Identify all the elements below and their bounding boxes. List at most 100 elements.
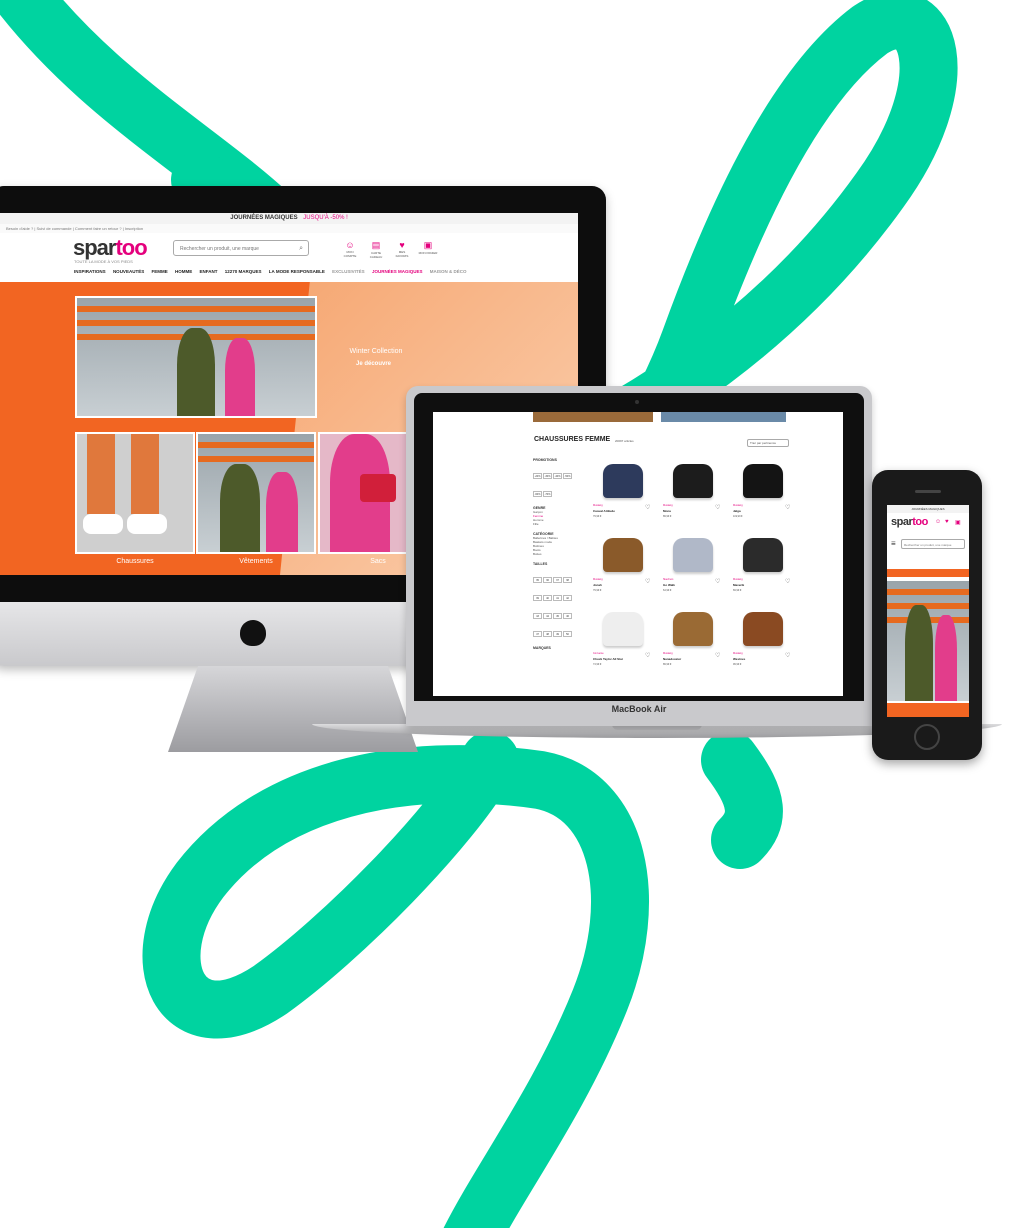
product-name[interactable]: Nanadoxeter xyxy=(663,657,713,661)
size-option[interactable]: 42 xyxy=(563,595,572,601)
iphone-logo[interactable]: spartoo xyxy=(891,516,928,528)
product-image[interactable] xyxy=(673,538,713,572)
product-image[interactable] xyxy=(743,612,783,646)
size-option[interactable]: 40 xyxy=(543,595,552,601)
product-name[interactable]: Maverik xyxy=(733,583,783,587)
promo-chip[interactable]: -60% xyxy=(533,491,542,497)
size-option[interactable]: 44 xyxy=(543,613,552,619)
filter-option[interactable]: Fille xyxy=(533,522,579,526)
category-clothes-label[interactable]: Vêtements xyxy=(196,558,316,565)
size-option[interactable]: 39 xyxy=(533,595,542,601)
size-option[interactable]: 47 xyxy=(533,631,542,637)
favorite-heart-icon[interactable]: ♡ xyxy=(715,578,720,585)
favorite-heart-icon[interactable]: ♡ xyxy=(645,652,650,659)
product-image[interactable] xyxy=(603,464,643,498)
size-option[interactable]: 50 xyxy=(563,631,572,637)
iphone-home-button[interactable] xyxy=(914,724,940,750)
iphone-promo-banner[interactable]: JOURNÉES MAGIQUES xyxy=(887,505,969,513)
nav-homme[interactable]: HOMME xyxy=(175,269,192,274)
favorite-heart-icon[interactable]: ♡ xyxy=(645,578,650,585)
category-photo-shoes[interactable] xyxy=(75,432,195,554)
size-option[interactable]: 45 xyxy=(553,613,562,619)
product-image[interactable] xyxy=(673,612,713,646)
nav-exclusivites[interactable]: EXCLUSIVITÉS xyxy=(332,269,365,274)
promo-chip[interactable]: -30% xyxy=(543,473,552,479)
product-name[interactable]: Mona xyxy=(663,509,713,513)
product-image[interactable] xyxy=(603,538,643,572)
promo-chip[interactable]: -20% xyxy=(533,473,542,479)
size-option[interactable]: 49 xyxy=(553,631,562,637)
promo-banner-sub: JUSQU'À -50% ! xyxy=(303,215,348,221)
product-grid: Mustang Casual Attitude 79,99 € ♡ Mustang Mon… xyxy=(593,458,823,696)
product-card[interactable]: Mustang Maverik 69,99 € ♡ xyxy=(733,532,795,602)
favorite-heart-icon[interactable]: ♡ xyxy=(715,504,720,511)
product-image[interactable] xyxy=(743,464,783,498)
size-option[interactable]: 37 xyxy=(553,577,562,583)
product-name[interactable]: Westnes xyxy=(733,657,783,661)
product-image[interactable] xyxy=(743,538,783,572)
product-card[interactable]: Mustang Casual Attitude 79,99 € ♡ xyxy=(593,458,655,528)
iphone-heart-icon[interactable]: ♥ xyxy=(945,519,949,525)
promo-chip[interactable]: -70% xyxy=(543,491,552,497)
nav-nouveautes[interactable]: NOUVEAUTÉS xyxy=(113,269,144,274)
product-name[interactable]: Jalga xyxy=(733,509,783,513)
size-option[interactable]: 46 xyxy=(563,613,572,619)
nav-enfant[interactable]: ENFANT xyxy=(200,269,218,274)
product-card[interactable]: Mustang Westnes 99,99 € ♡ xyxy=(733,606,795,676)
favorite-heart-icon[interactable]: ♡ xyxy=(645,504,650,511)
promo-chip[interactable]: -50% xyxy=(563,473,572,479)
favorite-heart-icon[interactable]: ♡ xyxy=(785,504,790,511)
nav-marques[interactable]: 12270 MARQUES xyxy=(225,269,262,274)
favorite-heart-icon[interactable]: ♡ xyxy=(785,578,790,585)
favorites-button[interactable]: ♥ MES FAVORIS xyxy=(392,240,412,258)
nav-mode-responsable[interactable]: LA MODE RESPONSABLE xyxy=(269,269,325,274)
iphone-user-icon[interactable]: ☺ xyxy=(935,519,941,525)
apple-logo-icon xyxy=(240,620,266,646)
cart-button[interactable]: ▣ MON PANIER xyxy=(418,240,438,255)
filter-title-tailles: TAILLES xyxy=(533,562,548,566)
search-icon[interactable]: ⌕ xyxy=(299,241,303,257)
search-input[interactable]: Rechercher un produit, une marque ⌕ xyxy=(173,240,309,256)
account-button[interactable]: ☺ MON COMPTE xyxy=(340,240,360,258)
product-card[interactable]: Converse Chuck Taylor All Star 74,99 € ♡ xyxy=(593,606,655,676)
iphone-bag-icon[interactable]: ▣ xyxy=(955,519,961,526)
product-card[interactable]: Mustang Nanadoxeter 89,99 € ♡ xyxy=(663,606,725,676)
utility-links[interactable]: Besoin d'aide ? | Suivi de commande | Co… xyxy=(0,224,578,233)
product-card[interactable]: Mustang Jalga 119,99 € ♡ xyxy=(733,458,795,528)
nav-journees-magiques[interactable]: JOURNÉES MAGIQUES xyxy=(372,269,423,274)
nav-maison-deco[interactable]: MAISON & DÉCO xyxy=(430,269,467,274)
hero-cta-link[interactable]: Je découvre xyxy=(356,361,391,367)
hero-main-photo[interactable] xyxy=(75,296,317,418)
promo-chip[interactable]: -40% xyxy=(553,473,562,479)
category-photo-clothes[interactable] xyxy=(196,432,316,554)
iphone-hero-photo[interactable] xyxy=(887,581,969,701)
product-name[interactable]: Jonah xyxy=(593,583,643,587)
iphone-search-input[interactable]: Rechercher un produit, une marque xyxy=(901,539,965,549)
product-image[interactable] xyxy=(673,464,713,498)
product-card[interactable]: Mustang Jonah 79,99 € ♡ xyxy=(593,532,655,602)
filter-option[interactable]: Bottes xyxy=(533,552,579,556)
size-option[interactable]: 36 xyxy=(543,577,552,583)
product-card[interactable]: Skechers Go Walk 64,99 € ♡ xyxy=(663,532,725,602)
product-name[interactable]: Casual Attitude xyxy=(593,509,643,513)
promo-banner[interactable]: JOURNÉES MAGIQUES JUSQU'À -50% ! xyxy=(0,213,578,224)
product-card[interactable]: Mustang Mona 89,99 € ♡ xyxy=(663,458,725,528)
macbook-screen: CHAUSSURES FEMME 20097 articles Trier pa… xyxy=(433,412,843,696)
gift-card-button[interactable]: ▤ CARTE CADEAU xyxy=(366,240,386,259)
nav-femme[interactable]: FEMME xyxy=(151,269,167,274)
nav-inspirations[interactable]: INSPIRATIONS xyxy=(74,269,106,274)
product-image[interactable] xyxy=(603,612,643,646)
size-option[interactable]: 41 xyxy=(553,595,562,601)
product-name[interactable]: Chuck Taylor All Star xyxy=(593,657,643,661)
size-option[interactable]: 43 xyxy=(533,613,542,619)
spartoo-logo[interactable]: spartoo xyxy=(73,235,148,261)
size-option[interactable]: 48 xyxy=(543,631,552,637)
favorite-heart-icon[interactable]: ♡ xyxy=(785,652,790,659)
iphone-menu-icon[interactable]: ≡ xyxy=(891,539,896,548)
size-option[interactable]: 35 xyxy=(533,577,542,583)
product-name[interactable]: Go Walk xyxy=(663,583,713,587)
favorite-heart-icon[interactable]: ♡ xyxy=(715,652,720,659)
sort-select[interactable]: Trier par pertinence xyxy=(747,439,789,447)
size-option[interactable]: 38 xyxy=(563,577,572,583)
category-shoes-label[interactable]: Chaussures xyxy=(75,558,195,565)
